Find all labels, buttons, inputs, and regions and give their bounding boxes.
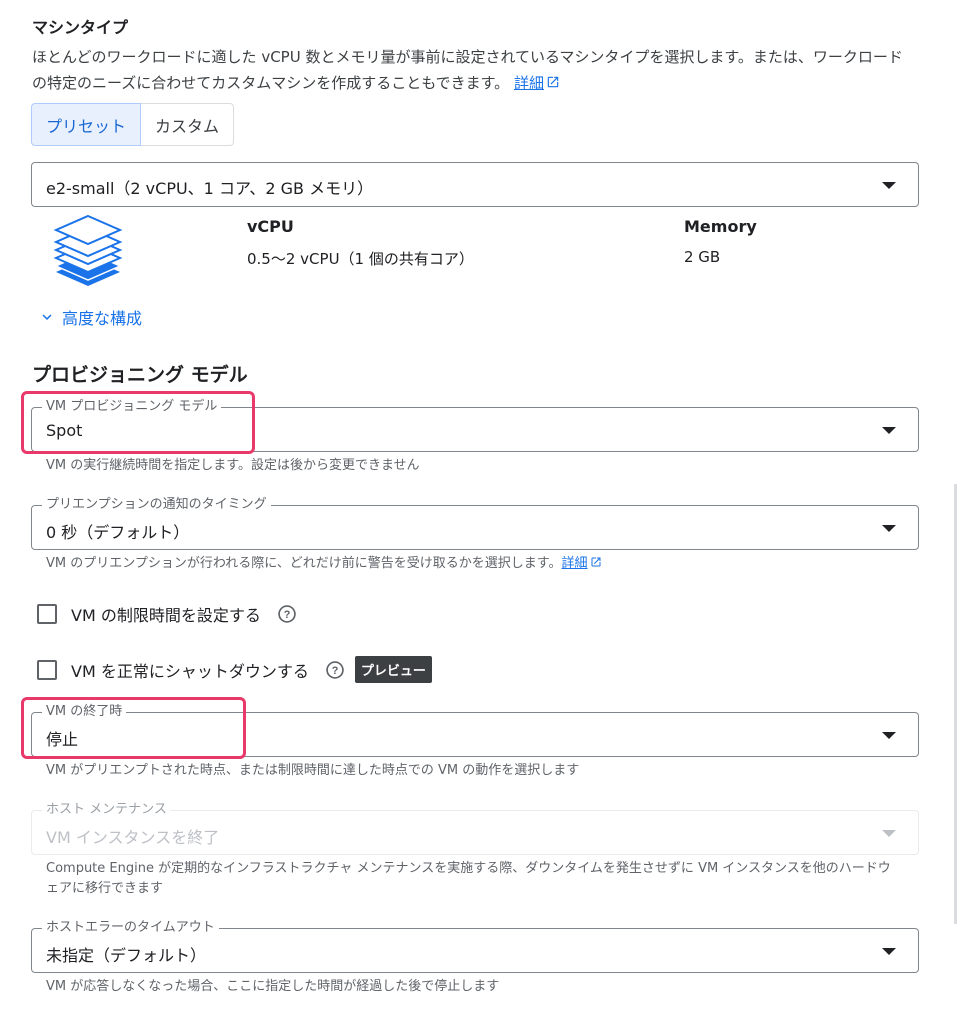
chevron-down-icon (42, 314, 52, 320)
machine-type-tabs: プリセット カスタム (31, 103, 235, 146)
provisioning-title: プロビジョニング モデル (32, 364, 248, 386)
machine-type-description: ほとんどのワークロードに適した vCPU 数とメモリ量が事前に設定されているマシ… (32, 44, 912, 96)
machine-type-learn-more-link[interactable]: 詳細 (514, 74, 560, 92)
graceful-shutdown-checkbox[interactable] (37, 659, 57, 680)
host-maintenance-helper: Compute Engine が定期的なインフラストラクチャ メンテナンスを実施… (46, 861, 891, 896)
advanced-config-toggle[interactable]: 高度な構成 (38, 305, 142, 329)
on-termination-select[interactable]: VM の終了時 停止 (31, 704, 919, 757)
machine-type-title: マシンタイプ (32, 18, 129, 37)
memory-header: Memory (684, 217, 757, 236)
time-limit-row: VM の制限時間を設定する ? (37, 602, 297, 626)
svg-text:?: ? (332, 664, 339, 676)
preview-badge: プレビュー (354, 656, 432, 683)
advanced-config-label: 高度な構成 (62, 309, 143, 328)
host-error-timeout-value: 未指定（デフォルト） (46, 946, 207, 965)
vm-provisioning-model-select[interactable]: VM プロビジョニング モデル Spot (31, 399, 919, 452)
host-maintenance-select: ホスト メンテナンス VM インスタンスを終了 (31, 802, 919, 855)
machine-type-select[interactable]: e2-small（2 vCPU、1 コア、2 GB メモリ） (31, 162, 919, 207)
host-maintenance-value: VM インスタンスを終了 (46, 828, 220, 847)
help-icon[interactable]: ? (325, 660, 345, 680)
preemption-notice-value: 0 秒（デフォルト） (46, 523, 190, 542)
host-error-timeout-helper: VM が応答しなくなった場合、ここに指定した時間が経過した後で停止します (46, 979, 500, 994)
preemption-notice-label: プリエンプションの通知のタイミング (42, 497, 271, 513)
time-limit-label: VM の制限時間を設定する (71, 606, 261, 625)
vm-provisioning-model-value: Spot (46, 421, 83, 440)
on-termination-label: VM の終了時 (42, 704, 127, 720)
external-link-icon (547, 76, 559, 88)
graceful-shutdown-label: VM を正常にシャットダウンする (71, 661, 309, 681)
svg-text:?: ? (284, 609, 291, 621)
host-error-timeout-label: ホストエラーのタイムアウト (42, 920, 219, 936)
dropdown-arrow-icon (882, 182, 896, 189)
tab-preset[interactable]: プリセット (31, 103, 142, 146)
dropdown-arrow-icon (882, 525, 896, 532)
external-link-icon (591, 557, 601, 567)
host-maintenance-label: ホスト メンテナンス (42, 802, 171, 818)
machine-type-value: e2-small（2 vCPU、1 コア、2 GB メモリ） (46, 179, 374, 198)
on-termination-value: 停止 (46, 730, 79, 749)
stacked-layers-icon (53, 214, 123, 286)
time-limit-checkbox[interactable] (37, 604, 57, 624)
dropdown-arrow-icon (882, 948, 896, 955)
preemption-learn-more-link[interactable]: 詳細 (562, 556, 602, 571)
vcpu-header: vCPU (247, 217, 294, 236)
dropdown-arrow-icon (882, 732, 896, 739)
vcpu-value: 0.5〜2 vCPU（1 個の共有コア） (247, 250, 474, 268)
preemption-notice-helper: VM のプリエンプションが行われる際に、どれだけ前に警告を受け取るかを選択します… (46, 554, 602, 574)
host-error-timeout-select[interactable]: ホストエラーのタイムアウト 未指定（デフォルト） (31, 920, 919, 973)
vm-provisioning-model-helper: VM の実行継続時間を指定します。設定は後から変更できません (46, 458, 420, 473)
dropdown-arrow-icon (882, 830, 896, 837)
help-icon[interactable]: ? (277, 604, 297, 624)
on-termination-helper: VM がプリエンプトされた時点、または制限時間に達した時点での VM の動作を選… (46, 763, 580, 778)
memory-value: 2 GB (684, 248, 721, 266)
vm-provisioning-model-label: VM プロビジョニング モデル (42, 399, 222, 415)
machine-type-description-text: ほとんどのワークロードに適した vCPU 数とメモリ量が事前に設定されているマシ… (32, 48, 903, 92)
tab-custom[interactable]: カスタム (141, 103, 235, 146)
preemption-notice-select[interactable]: プリエンプションの通知のタイミング 0 秒（デフォルト） (31, 497, 919, 550)
dropdown-arrow-icon (882, 427, 896, 434)
graceful-shutdown-row: VM を正常にシャットダウンする ? プレビュー (37, 656, 432, 683)
